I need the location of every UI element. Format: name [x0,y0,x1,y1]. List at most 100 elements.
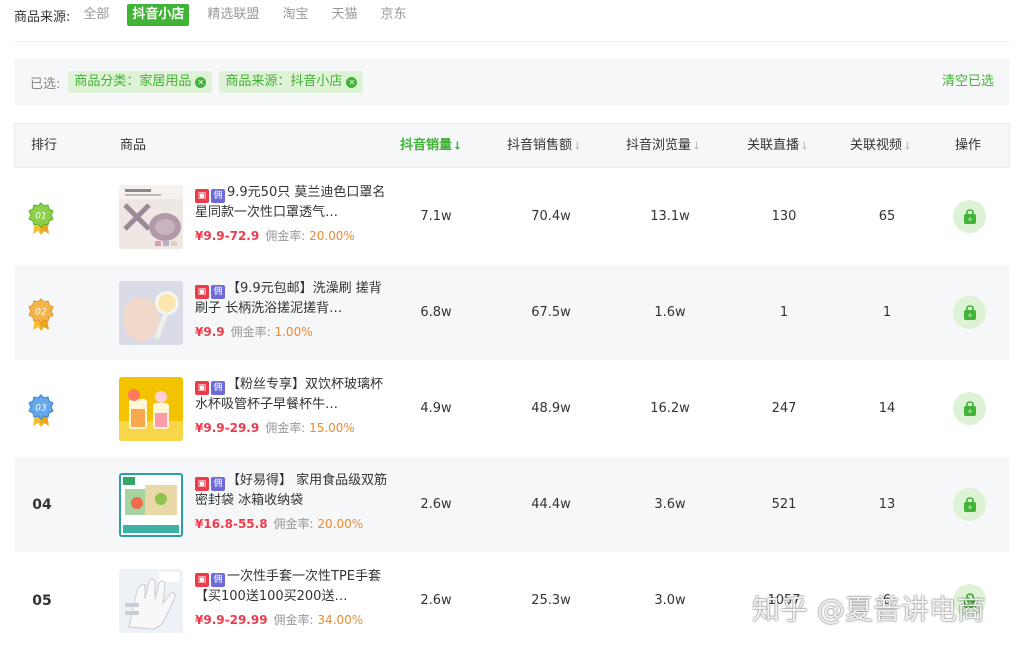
commission-rate-label: 佣金率: [230,325,271,339]
selected-tag-category[interactable]: 商品分类：家居用品 ✕ [68,71,213,93]
commission-rate-label: 佣金率: [273,613,314,627]
sort-down-icon: ⭣ [905,139,911,152]
views-value: 1.6w [654,305,686,320]
shopping-bag-button[interactable] [953,488,986,521]
shopping-bag-button[interactable] [953,200,986,233]
sort-down-icon: ⭣ [802,139,808,152]
revenue-value: 48.9w [531,401,571,416]
selected-tag-category-label: 商品分类：家居用品 [74,74,192,89]
header-video-sort[interactable]: 关联视频 ⭣ [850,124,910,167]
product-info: ▣ 佣【好易得】 家用食品级双筋密封袋 冰箱收纳袋 ¥16.8-55.8 佣金率: … [195,471,391,532]
rank-medal-icon: 02 [28,298,54,331]
revenue-value: 67.5w [531,305,571,320]
close-icon[interactable]: ✕ [346,76,358,88]
live-count: 247 [771,401,797,416]
sort-down-icon: ⭣ [575,139,581,152]
product-price-line: ¥9.9 佣金率: 1.00% [195,323,391,340]
header-action: 操作 [955,138,982,153]
close-icon[interactable]: ✕ [195,76,207,88]
commission-badge: 佣 [211,381,225,395]
commission-badge: 佣 [211,573,225,587]
shopping-bag-icon [963,304,976,320]
product-thumbnail[interactable] [119,473,183,537]
commission-rate: 20.00% [309,229,355,243]
product-info: ▣ 佣【9.9元包邮】洗澡刷 搓背刷子 长柄洗浴搓泥搓背… ¥9.9 佣金率: 1.… [195,279,391,340]
selected-filters-bar: 已选: 商品分类：家居用品 ✕ 商品来源：抖音小店 ✕ 清空已选 [14,59,1010,105]
sort-down-icon: ⭣ [694,139,700,152]
product-thumbnail[interactable] [119,281,183,345]
selected-label: 已选: [30,76,61,92]
product-price-line: ¥9.9-72.9 佣金率: 20.00% [195,227,391,244]
product-title-line[interactable]: ▣ 佣 9.9元50只 莫兰迪色口罩名星同款一次性口罩透气… [195,183,391,223]
views-value: 13.1w [650,209,690,224]
sort-down-icon: ⭣ [455,139,461,152]
video-count: 14 [878,401,896,416]
rank-number: 02 [35,308,47,318]
source-option-jingxuan[interactable]: 精选联盟 [202,4,264,26]
selected-tag-source[interactable]: 商品来源：抖音小店 ✕ [219,71,364,93]
shopping-bag-button[interactable] [953,392,986,425]
table-row: 02 ▣ 佣【9.9元包邮】洗澡刷 搓背刷子 长柄洗浴搓泥搓背… ¥9.9 佣金率:… [14,265,1010,360]
source-option-all[interactable]: 全部 [78,4,114,26]
table-row: 03 ▣ 佣【粉丝专享】双饮杯玻璃杯水杯吸管杯子早餐杯牛… ¥9.9-29.9 佣金… [14,361,1010,456]
source-filter-label: 商品来源: [14,9,71,25]
product-info: ▣ 佣 9.9元50只 莫兰迪色口罩名星同款一次性口罩透气… ¥9.9-72.9 佣金… [195,183,391,244]
commission-rate-label: 佣金率: [273,517,314,531]
product-price-line: ¥9.9-29.9 佣金率: 15.00% [195,419,391,436]
commission-rate: 1.00% [274,325,313,339]
source-option-jd[interactable]: 京东 [375,4,411,26]
rank-medal-icon: 01 [28,202,54,235]
shop-icon: ▣ [195,381,209,395]
product-price-line: ¥9.9-29.99 佣金率: 34.00% [195,611,391,628]
live-count: 130 [771,209,797,224]
product-thumbnail[interactable] [119,569,183,633]
product-price: ¥9.9-29.9 [195,421,260,435]
shop-icon: ▣ [195,285,209,299]
product-title-line[interactable]: ▣ 佣一次性手套一次性TPE手套【买100送100买200送… [195,567,391,607]
rank-number: 01 [35,212,46,222]
table-row: 01 ▣ 佣 9.9元50只 莫兰迪色口罩名星同款一次性口罩透气… ¥9.9-72.… [14,169,1010,264]
header-live-sort[interactable]: 关联直播 ⭣ [747,124,807,167]
views-value: 3.6w [654,497,686,512]
product-info: ▣ 佣一次性手套一次性TPE手套【买100送100买200送… ¥9.9-29.9… [195,567,391,628]
header-sales-sort[interactable]: 抖音销量 ⭣ [400,124,460,167]
header-sales-label: 抖音销量 [400,138,453,153]
watermark: 知乎 @夏普讲电商 [752,593,985,626]
table-row: 04 ▣ 佣【好易得】 家用食品级双筋密封袋 冰箱收纳袋 ¥16.8-55.8 佣金… [14,457,1010,552]
shop-icon: ▣ [195,477,209,491]
header-views-sort[interactable]: 抖音浏览量 ⭣ [626,124,699,167]
source-option-douyin-shop[interactable]: 抖音小店 [127,4,190,26]
source-option-tmall[interactable]: 天猫 [326,4,362,26]
product-title-line[interactable]: ▣ 佣【粉丝专享】双饮杯玻璃杯水杯吸管杯子早餐杯牛… [195,375,391,415]
header-revenue-sort[interactable]: 抖音销售额 ⭣ [507,124,580,167]
product-price: ¥9.9-29.99 [195,613,268,627]
commission-rate-label: 佣金率: [265,229,306,243]
commission-badge: 佣 [211,477,225,491]
live-count: 521 [771,497,797,512]
source-option-taobao[interactable]: 淘宝 [277,4,313,26]
product-info: ▣ 佣【粉丝专享】双饮杯玻璃杯水杯吸管杯子早餐杯牛… ¥9.9-29.9 佣金率: … [195,375,391,436]
rank-medal-icon: 03 [28,394,54,427]
product-thumbnail[interactable] [119,185,183,249]
product-price: ¥16.8-55.8 [195,517,268,531]
views-value: 16.2w [650,401,690,416]
revenue-value: 25.3w [531,593,571,608]
commission-rate: 34.00% [317,613,364,627]
shop-icon: ▣ [195,189,209,203]
product-title-line[interactable]: ▣ 佣【9.9元包邮】洗澡刷 搓背刷子 长柄洗浴搓泥搓背… [195,279,391,319]
sales-value: 6.8w [420,305,452,320]
rank-number: 05 [32,592,52,609]
header-video-label: 关联视频 [850,138,903,153]
clear-selected-button[interactable]: 清空已选 [942,59,994,105]
shopping-bag-icon [963,496,976,512]
header-views-label: 抖音浏览量 [626,138,692,153]
rank-number: 03 [35,404,47,414]
shopping-bag-button[interactable] [953,296,986,329]
product-title-line[interactable]: ▣ 佣【好易得】 家用食品级双筋密封袋 冰箱收纳袋 [195,471,391,511]
shopping-bag-icon [963,400,976,416]
shopping-bag-icon [963,208,976,224]
source-filter: 商品来源: 全部 抖音小店 精选联盟 淘宝 天猫 京东 [14,4,424,26]
product-thumbnail[interactable] [119,377,183,441]
header-rank: 排行 [31,138,58,153]
video-count: 13 [878,497,896,512]
